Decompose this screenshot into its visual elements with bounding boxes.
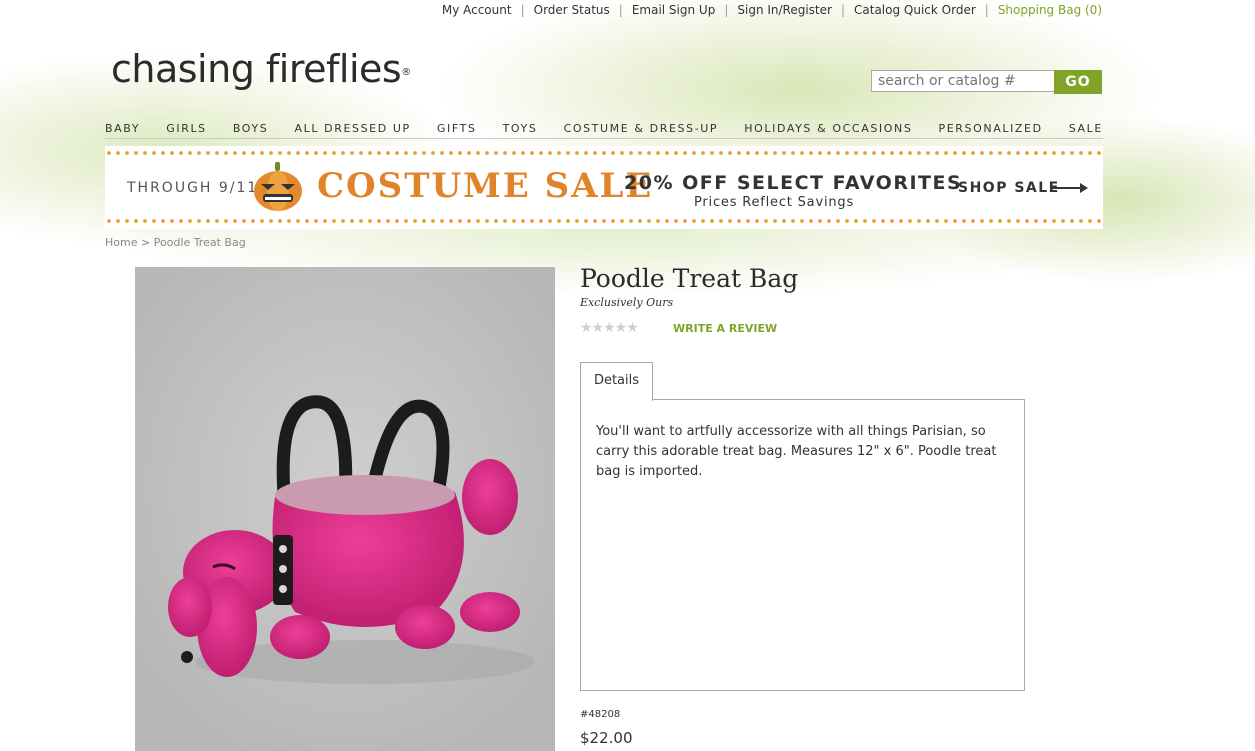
product-price: $22.00 <box>580 729 633 747</box>
nav-item-boys[interactable]: BOYS <box>233 122 269 135</box>
banner-through-date: THROUGH 9/11 <box>127 180 259 196</box>
page: My Account | Order Status | Email Sign Up | Si… <box>0 0 1255 751</box>
nav-item-girls[interactable]: GIRLS <box>166 122 207 135</box>
poodle-bag-illustration <box>168 395 535 684</box>
breadcrumb-home[interactable]: Home <box>105 236 137 249</box>
divider: | <box>984 3 989 17</box>
nav-item-toys[interactable]: TOYS <box>503 122 538 135</box>
details-panel: You'll want to artfully accessorize with… <box>580 399 1025 691</box>
sign-in-link[interactable]: Sign In/Register <box>737 3 832 17</box>
pumpkin-icon <box>254 162 302 211</box>
email-signup-link[interactable]: Email Sign Up <box>632 3 716 17</box>
nav-item-baby[interactable]: BABY <box>105 122 140 135</box>
product-title: Poodle Treat Bag <box>580 264 799 293</box>
nav-item-gifts[interactable]: GIFTS <box>437 122 477 135</box>
product-description: You'll want to artfully accessorize with… <box>596 424 997 479</box>
product-image[interactable] <box>135 267 555 751</box>
product-sku: #48208 <box>580 709 621 720</box>
banner-dot-border-bottom <box>105 217 1103 226</box>
arrow-right-icon <box>1052 183 1088 193</box>
search-go-button[interactable]: GO <box>1054 70 1102 94</box>
banner-dot-border-top <box>105 149 1103 158</box>
promo-banner[interactable]: THROUGH 9/11 COSTUME SALE 20% OFF SELECT… <box>105 146 1103 229</box>
shop-sale-link[interactable]: SHOP SALE <box>958 180 1060 196</box>
site-logo[interactable]: chasing fireflies® <box>111 50 411 88</box>
breadcrumb-current: Poodle Treat Bag <box>153 236 246 249</box>
nav-divider <box>105 138 1103 139</box>
my-account-link[interactable]: My Account <box>442 3 512 17</box>
order-status-link[interactable]: Order Status <box>534 3 610 17</box>
nav-item-all-dressed-up[interactable]: ALL DRESSED UP <box>294 122 410 135</box>
nav-item-personalized[interactable]: PERSONALIZED <box>939 122 1043 135</box>
divider: | <box>618 3 623 17</box>
product-subtitle: Exclusively Ours <box>580 296 674 309</box>
registered-mark: ® <box>401 67 411 78</box>
nav-item-costume[interactable]: COSTUME & DRESS-UP <box>564 122 719 135</box>
breadcrumb: Home > Poodle Treat Bag <box>105 236 246 249</box>
banner-offer: 20% OFF SELECT FAVORITES <box>624 172 963 194</box>
rating-stars: ★★★★★ <box>580 320 639 336</box>
search-input[interactable] <box>871 70 1059 92</box>
search-form: GO <box>871 70 1102 94</box>
write-review-link[interactable]: WRITE A REVIEW <box>673 322 777 335</box>
banner-headline: COSTUME SALE <box>317 166 654 206</box>
utility-bar: My Account | Order Status | Email Sign Up | Si… <box>442 3 1102 17</box>
banner-subtext: Prices Reflect Savings <box>694 195 855 210</box>
logo-text: chasing fireflies <box>111 47 402 91</box>
divider: | <box>840 3 846 17</box>
divider: | <box>520 3 525 17</box>
breadcrumb-separator: > <box>140 236 151 249</box>
shopping-bag-link[interactable]: Shopping Bag (0) <box>998 3 1102 17</box>
tab-details[interactable]: Details <box>580 362 653 401</box>
main-nav: BABY GIRLS BOYS ALL DRESSED UP GIFTS TOY… <box>105 122 1103 135</box>
nav-item-sale[interactable]: SALE <box>1069 122 1103 135</box>
nav-item-holidays[interactable]: HOLIDAYS & OCCASIONS <box>744 122 912 135</box>
divider: | <box>724 3 729 17</box>
catalog-quick-order-link[interactable]: Catalog Quick Order <box>854 3 976 17</box>
